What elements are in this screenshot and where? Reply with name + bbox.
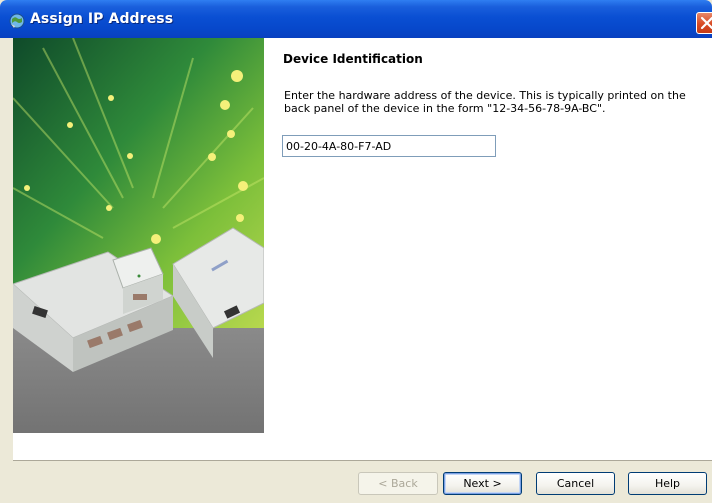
next-button[interactable]: Next > (443, 472, 522, 495)
dialog-window: Assign IP Address Device Identification … (0, 0, 712, 503)
device-banner-image (13, 38, 264, 460)
section-title: Device Identification (283, 52, 423, 66)
device-banner-graphic (13, 38, 264, 460)
instruction-text: Enter the hardware address of the device… (284, 89, 686, 115)
help-button[interactable]: Help (628, 472, 707, 495)
title-bar[interactable]: Assign IP Address (0, 0, 712, 38)
close-button[interactable] (696, 12, 712, 34)
hardware-address-input[interactable] (282, 135, 496, 157)
button-divider (13, 460, 712, 461)
cancel-button[interactable]: Cancel (536, 472, 615, 495)
window-title: Assign IP Address (30, 11, 174, 27)
close-icon (700, 16, 712, 30)
network-globe-icon (9, 13, 25, 29)
back-button[interactable]: < Back (358, 472, 438, 495)
